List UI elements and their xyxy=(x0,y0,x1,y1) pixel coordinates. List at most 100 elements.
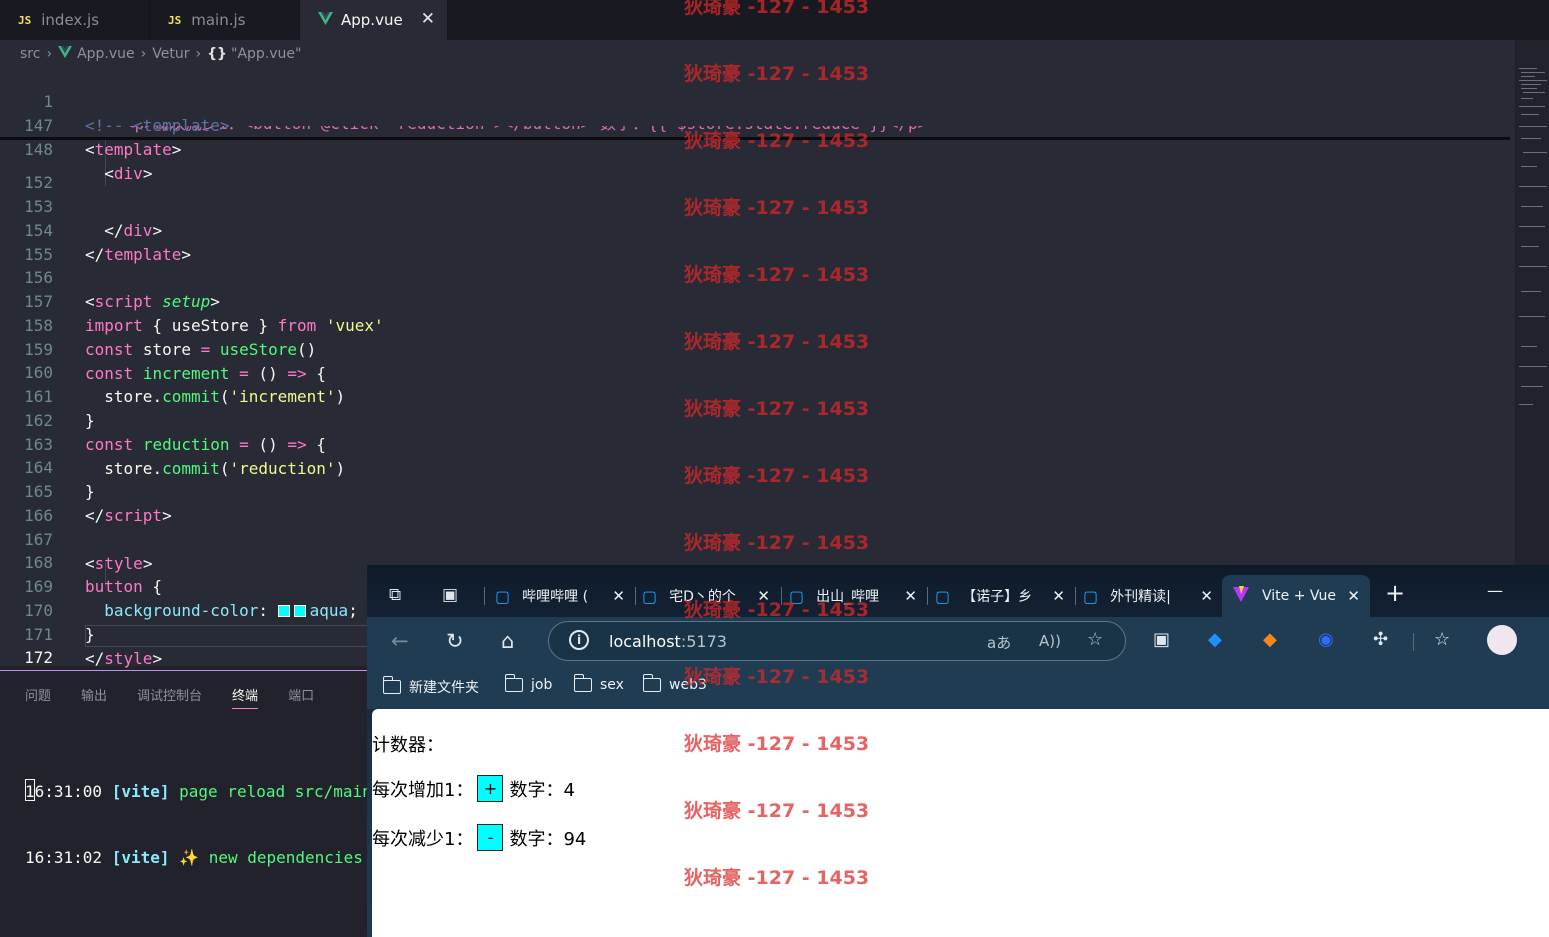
avatar[interactable] xyxy=(1487,625,1517,655)
info-icon[interactable]: i xyxy=(569,630,589,650)
terminal-line: 16:31:00 [vite] page reload src/main.j xyxy=(25,782,392,801)
code-line: 161 } xyxy=(24,387,95,430)
tab-label: index.js xyxy=(41,11,100,29)
tab-index-js[interactable]: JS index.js xyxy=(0,0,150,40)
tab-output[interactable]: 输出 xyxy=(81,685,107,709)
bookmark-folder[interactable]: sex xyxy=(573,674,624,693)
breadcrumb-src[interactable]: src xyxy=(20,46,40,62)
close-icon[interactable]: ✕ xyxy=(1052,587,1065,605)
bookmark-folder[interactable]: 新建文件夹 xyxy=(382,676,479,697)
panel-tabs: 问题 输出 调试控制台 终端 端口 xyxy=(25,685,344,709)
folder-icon xyxy=(504,674,523,692)
bottom-panel: 问题 输出 调试控制台 终端 端口 16:31:00 [vite] page r… xyxy=(0,670,392,937)
extension-circle-icon[interactable]: ◉ xyxy=(1318,629,1334,650)
code-line: 164 } xyxy=(24,458,95,501)
bookmarks-bar: 新建文件夹 job sex web3 xyxy=(367,667,1549,709)
folder-icon xyxy=(382,676,401,694)
tab-debug-console[interactable]: 调试控制台 xyxy=(137,685,202,709)
close-icon[interactable]: ✕ xyxy=(421,9,435,29)
tab-label: App.vue xyxy=(341,11,403,29)
browser-tab[interactable]: ▢ 哔哩哔哩 ( ✕ xyxy=(495,575,625,617)
terminal-cursor xyxy=(25,779,35,801)
increment-value: 数字：4 xyxy=(509,779,575,801)
minimap[interactable] xyxy=(1515,66,1549,416)
terminal-output[interactable]: 16:31:00 [vite] page reload src/main.j 1… xyxy=(25,737,392,913)
close-icon[interactable]: ✕ xyxy=(612,587,625,605)
watermark: 狄琦豪 -127 - 1453 xyxy=(684,465,870,487)
vue-file-icon xyxy=(318,11,333,29)
code-line: 153 </div> xyxy=(24,197,163,240)
watermark: 狄琦豪 -127 - 1453 xyxy=(684,666,870,688)
tab-app-vue[interactable]: App.vue ✕ xyxy=(300,0,448,40)
browser-tab[interactable]: ▢ 外刊精读| ✕ xyxy=(1083,575,1213,617)
watermark: 狄琦豪 -127 - 1453 xyxy=(684,800,870,822)
breadcrumb-symbol[interactable]: "App.vue" xyxy=(231,46,301,62)
close-icon[interactable]: ✕ xyxy=(1347,587,1360,605)
bilibili-icon: ▢ xyxy=(1083,586,1099,606)
terminal-line: 16:31:02 [vite] ✨ new dependencies op xyxy=(25,848,392,867)
close-icon[interactable]: ✕ xyxy=(1200,587,1213,605)
watermark: 狄琦豪 -127 - 1453 xyxy=(684,63,870,85)
browser-toolbar: ← ↻ ⌂ i localhost:5173 aあ A)) ☆ xyxy=(367,617,1549,667)
current-line-highlight xyxy=(85,625,368,647)
bilibili-icon: ▢ xyxy=(642,586,658,606)
watermark: 狄琦豪 -127 - 1453 xyxy=(684,532,870,554)
new-tab-button[interactable]: + xyxy=(1385,579,1405,607)
back-icon[interactable]: ← xyxy=(391,629,409,653)
folder-icon xyxy=(642,674,661,692)
minimize-button[interactable]: — xyxy=(1487,581,1503,600)
watermark: 狄琦豪 -127 - 1453 xyxy=(684,331,870,353)
browser-window: ⧉ ▣ ▢ 哔哩哔哩 ( ✕ ▢ 宅D丶的个 ✕ ▢ 出山_哔哩 ✕ ▢ 【诺子… xyxy=(367,565,1549,937)
js-file-icon: JS xyxy=(18,13,32,27)
watermark: 狄琦豪 -127 - 1453 xyxy=(684,599,870,621)
chevron-right-icon: › xyxy=(46,46,53,62)
address-bar[interactable]: i localhost:5173 aあ A)) ☆ xyxy=(548,621,1126,661)
extension-mask-icon[interactable]: ▣ xyxy=(1153,629,1170,650)
chevron-right-icon: › xyxy=(195,46,202,62)
watermark: 狄琦豪 -127 - 1453 xyxy=(684,197,870,219)
watermark: 狄琦豪 -127 - 1453 xyxy=(684,130,870,152)
url-text[interactable]: localhost:5173 xyxy=(609,632,727,651)
home-icon[interactable]: ⌂ xyxy=(501,629,514,653)
close-icon[interactable]: ✕ xyxy=(904,587,917,605)
breadcrumb-file[interactable]: App.vue xyxy=(77,46,135,62)
chevron-right-icon: › xyxy=(140,46,147,62)
favorite-star-icon[interactable]: ☆ xyxy=(1087,629,1103,650)
tab-problems[interactable]: 问题 xyxy=(25,685,51,709)
translate-icon[interactable]: aあ xyxy=(987,632,1011,653)
browser-tab-strip: ⧉ ▣ ▢ 哔哩哔哩 ( ✕ ▢ 宅D丶的个 ✕ ▢ 出山_哔哩 ✕ ▢ 【诺子… xyxy=(367,565,1549,617)
increment-button[interactable]: + xyxy=(477,775,504,802)
tab-label: main.js xyxy=(191,11,246,29)
extension-bird-icon[interactable]: ◆ xyxy=(1208,629,1222,650)
braces-icon: {} xyxy=(207,46,228,62)
workspaces-icon[interactable]: ⧉ xyxy=(389,585,401,605)
tab-ports[interactable]: 端口 xyxy=(288,685,314,709)
bookmark-folder[interactable]: job xyxy=(504,674,552,693)
read-aloud-icon[interactable]: A)) xyxy=(1039,632,1061,650)
metamask-icon[interactable]: ◆ xyxy=(1263,629,1277,650)
increment-row: 每次增加1： + 数字：4 xyxy=(372,775,575,802)
browser-tab-active[interactable]: Vite + Vue ✕ xyxy=(1222,575,1370,617)
decrement-button[interactable]: - xyxy=(477,824,504,851)
vertical-tabs-icon[interactable]: ▣ xyxy=(442,585,458,605)
watermark: 狄琦豪 -127 - 1453 xyxy=(684,264,870,286)
extensions-puzzle-icon[interactable]: ✣ xyxy=(1373,629,1388,650)
web-page: 计数器： 每次增加1： + 数字：4 每次减少1： - 数字：94 xyxy=(372,709,1549,937)
watermark: 狄琦豪 -127 - 1453 xyxy=(684,398,870,420)
counter-title: 计数器： xyxy=(372,735,444,756)
vite-icon xyxy=(1232,585,1250,607)
refresh-icon[interactable]: ↻ xyxy=(446,629,464,653)
tab-terminal[interactable]: 终端 xyxy=(232,685,259,709)
decrement-value: 数字：94 xyxy=(509,828,587,850)
code-line: 158 const store = useStore() xyxy=(24,316,317,359)
bilibili-icon: ▢ xyxy=(935,586,951,606)
code-line: 147 <template> xyxy=(24,116,182,159)
bilibili-icon: ▢ xyxy=(495,586,511,606)
favorites-icon[interactable]: ☆ xyxy=(1434,629,1450,650)
tab-main-js[interactable]: JS main.js xyxy=(150,0,300,40)
code-line: 167 <style> xyxy=(24,530,153,573)
folder-icon xyxy=(573,674,592,692)
browser-tab[interactable]: ▢ 【诺子】乡 ✕ xyxy=(935,575,1065,617)
code-line: 155 xyxy=(24,245,53,264)
breadcrumb-vetur[interactable]: Vetur xyxy=(152,46,189,62)
